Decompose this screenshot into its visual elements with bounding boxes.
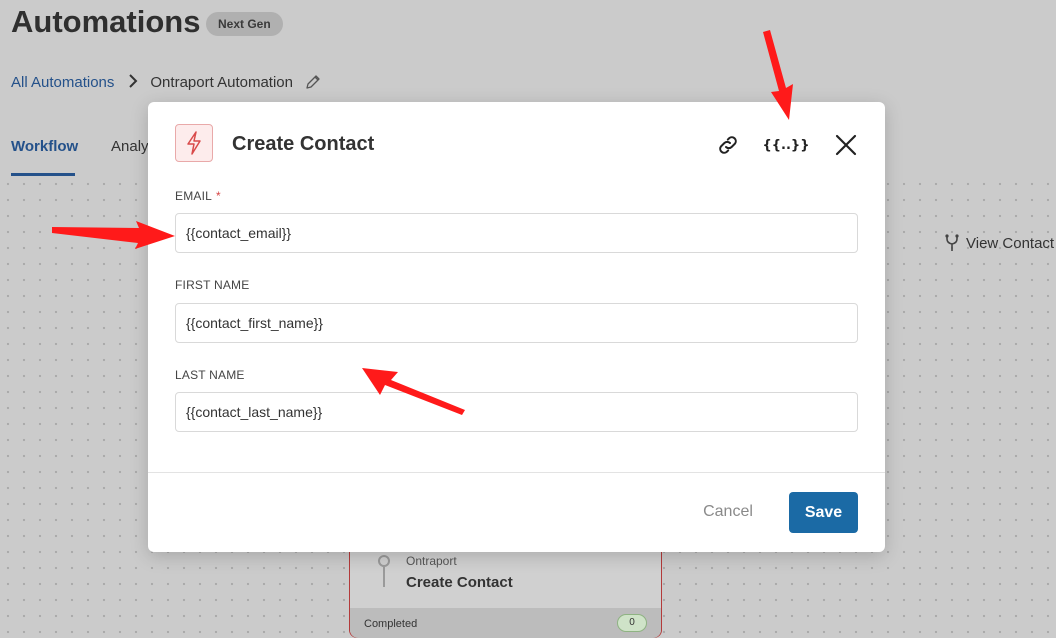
- edit-pencil-icon[interactable]: [305, 74, 321, 90]
- email-label: EMAIL *: [175, 189, 221, 203]
- save-button[interactable]: Save: [789, 492, 858, 533]
- link-icon[interactable]: [713, 130, 743, 160]
- tab-workflow[interactable]: Workflow: [11, 138, 78, 155]
- node-app-name: Ontraport: [406, 554, 457, 568]
- node-count-badge: 0: [617, 614, 647, 632]
- email-field[interactable]: [175, 213, 858, 253]
- view-contact-label: View Contact: [966, 234, 1055, 252]
- modal-title: Create Contact: [232, 133, 375, 155]
- view-contact-button[interactable]: View Contact: [944, 234, 1054, 252]
- variables-icon[interactable]: {{..}}: [763, 130, 810, 160]
- close-icon[interactable]: [831, 130, 861, 160]
- create-contact-modal: Create Contact {{..}} EMAIL* FIRST NAME …: [148, 102, 885, 552]
- modal-footer-divider: [148, 472, 885, 473]
- lightning-icon: [175, 124, 213, 162]
- branch-icon: [945, 234, 959, 251]
- breadcrumb: All Automations Ontraport Automation: [11, 72, 321, 92]
- required-asterisk: *: [216, 189, 221, 203]
- tab-analytics[interactable]: Analy: [111, 138, 149, 155]
- cancel-button[interactable]: Cancel: [688, 492, 768, 532]
- first-name-field[interactable]: [175, 303, 858, 343]
- first-name-label: FIRST NAME: [175, 278, 250, 292]
- workflow-node-create-contact[interactable]: Ontraport Create Contact Completed 0: [349, 540, 662, 638]
- node-connector-line: [383, 567, 385, 587]
- page-title: Automations: [11, 4, 201, 39]
- active-tab-indicator: [11, 173, 75, 176]
- node-title: Create Contact: [406, 574, 513, 591]
- node-connector-dot: [378, 555, 390, 567]
- next-gen-badge: Next Gen: [206, 12, 283, 36]
- node-footer: Completed 0: [350, 608, 661, 638]
- breadcrumb-all-automations[interactable]: All Automations: [11, 74, 114, 91]
- breadcrumb-current: Ontraport Automation: [150, 73, 293, 91]
- last-name-field[interactable]: [175, 392, 858, 432]
- email-label-text: EMAIL: [175, 189, 213, 203]
- node-status: Completed: [364, 618, 418, 630]
- last-name-label: LAST NAME: [175, 368, 245, 382]
- chevron-right-icon: [128, 73, 138, 91]
